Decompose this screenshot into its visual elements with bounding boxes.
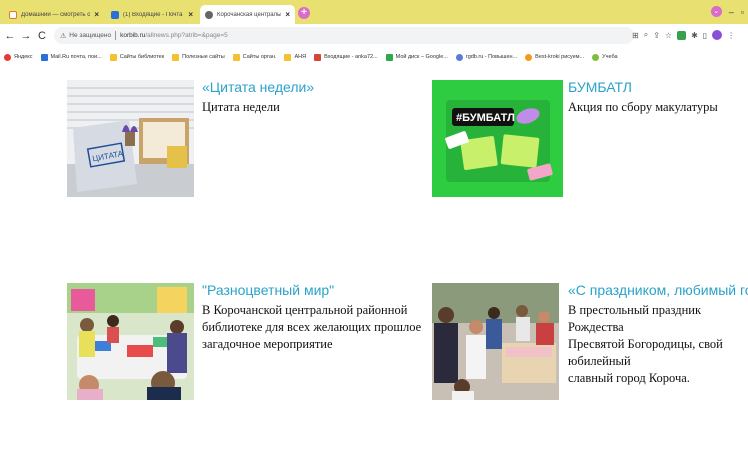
minimize-icon[interactable]: –	[729, 7, 734, 17]
profile-avatar[interactable]	[712, 30, 723, 40]
chevron-down-icon[interactable]: ⌄	[710, 6, 722, 17]
address-input[interactable]: ⚠ Не защищено korbib.ru/allnews.php?atri…	[54, 27, 634, 44]
window-controls: ⌄ – ▫	[710, 6, 744, 17]
folder-icon	[284, 53, 292, 61]
news-title-link[interactable]: «Цитата недели»	[202, 79, 314, 95]
holiday-photo	[432, 283, 559, 400]
news-image-city-holiday[interactable]	[432, 283, 559, 400]
folder-icon	[172, 53, 180, 61]
folder-icon	[232, 53, 240, 61]
tab-mail[interactable]: (1) Входящие - Почта Mail.ru ×	[106, 5, 198, 24]
news-description: Акция по сбору макулатуры	[568, 100, 718, 114]
news-image-quote[interactable]: ЦИТАТА	[67, 80, 194, 197]
bookmark-ucheba[interactable]: Учеба	[592, 53, 618, 61]
new-tab-button[interactable]: +	[298, 7, 310, 19]
warning-icon: ⚠	[60, 32, 67, 40]
divider	[115, 31, 117, 40]
quote-photo: ЦИТАТА	[67, 80, 194, 197]
tab-bar: Домашний — смотреть онлайн × (1) Входящи…	[0, 0, 748, 24]
bookmark-useful[interactable]: Полезные сайты	[172, 53, 225, 61]
folder-icon	[109, 53, 117, 61]
forward-icon[interactable]: →	[20, 30, 32, 42]
bookmark-org[interactable]: Сайты орган.	[232, 53, 276, 61]
extension-icon[interactable]	[677, 30, 687, 40]
bookmark-rgdb[interactable]: rgdb.ru - Повышен...	[455, 53, 517, 61]
url-path: /allnews.php?atrib=&page=5	[145, 32, 228, 39]
tab-domashniy[interactable]: Домашний — смотреть онлайн ×	[4, 5, 104, 24]
bookmark-mailru[interactable]: Mail.Ru почта, пои...	[40, 53, 102, 61]
gmail-icon	[314, 53, 322, 61]
news-title-link[interactable]: «С праздником, любимый город»	[568, 282, 748, 298]
bookmark-anya[interactable]: АНЯ	[284, 53, 306, 61]
toolbar-icons: ⊞ ⌕ ⇪ ☆ ✱ ▯ ⋮	[632, 30, 735, 40]
bookmark-gmail[interactable]: Входящие - anka72...	[314, 53, 378, 61]
globe-icon	[455, 53, 463, 61]
close-icon[interactable]: ×	[94, 10, 99, 19]
mail-icon	[111, 10, 119, 19]
bumbatl-logo-text: #БУМБАТЛ	[456, 112, 515, 124]
tab-title: Корочанская центральная рай	[217, 11, 281, 18]
play-icon	[525, 53, 533, 61]
news-image-colorful-world[interactable]	[67, 283, 194, 400]
translate-icon[interactable]: ⊞	[632, 31, 639, 40]
close-icon[interactable]: ×	[188, 10, 193, 19]
yandex-icon	[4, 53, 11, 61]
menu-icon[interactable]: ⋮	[727, 31, 735, 40]
library-event-photo	[67, 283, 194, 400]
sidepanel-icon[interactable]: ▯	[703, 31, 707, 40]
back-icon[interactable]: ←	[4, 30, 16, 42]
bumbatl-poster: #БУМБАТЛ	[432, 80, 563, 197]
puzzle-icon[interactable]: ✱	[691, 31, 698, 40]
address-toolbar: ← → C ⚠ Не защищено korbib.ru/allnews.ph…	[0, 24, 748, 48]
tv-icon	[9, 10, 17, 19]
url-domain: korbib.ru	[120, 32, 146, 39]
share-icon[interactable]: ⇪	[653, 31, 660, 40]
globe-icon	[205, 10, 213, 19]
tab-title: (1) Входящие - Почта Mail.ru	[123, 11, 184, 18]
url-text: korbib.ru/allnews.php?atrib=&page=5	[120, 32, 228, 39]
news-image-bumbatl[interactable]: #БУМБАТЛ	[432, 80, 563, 197]
mail-icon	[40, 53, 48, 61]
news-description: В престольный праздник Рождества Пресвят…	[568, 303, 723, 385]
tab-title: Домашний — смотреть онлайн	[21, 11, 91, 18]
bookmark-bestkroki[interactable]: Best-kroki рисуем...	[525, 53, 584, 61]
news-title-link[interactable]: "Разноцветный мир"	[202, 282, 334, 298]
news-description: Цитата недели	[202, 100, 280, 114]
tab-korbib[interactable]: Корочанская центральная рай ×	[200, 5, 295, 24]
security-label: Не защищено	[69, 32, 112, 39]
bookmark-yandex[interactable]: Яндекс	[4, 53, 33, 61]
drive-icon	[385, 53, 393, 61]
bookmarks-bar: Яндекс Mail.Ru почта, пои... Сайты библи…	[0, 48, 748, 66]
close-icon[interactable]: ×	[285, 10, 290, 19]
maximize-icon[interactable]: ▫	[741, 7, 744, 17]
bookmark-gdrive[interactable]: Мой диск – Google...	[385, 53, 448, 61]
star-icon[interactable]: ☆	[665, 31, 672, 40]
news-description: В Корочанской центральной районной библи…	[202, 303, 422, 351]
reload-icon[interactable]: C	[36, 30, 48, 42]
bookmark-libraries[interactable]: Сайты библиотек	[109, 53, 164, 61]
leaf-icon	[592, 53, 600, 61]
zoom-icon[interactable]: ⌕	[644, 30, 648, 40]
news-title-link[interactable]: БУМБАТЛ	[568, 79, 632, 95]
